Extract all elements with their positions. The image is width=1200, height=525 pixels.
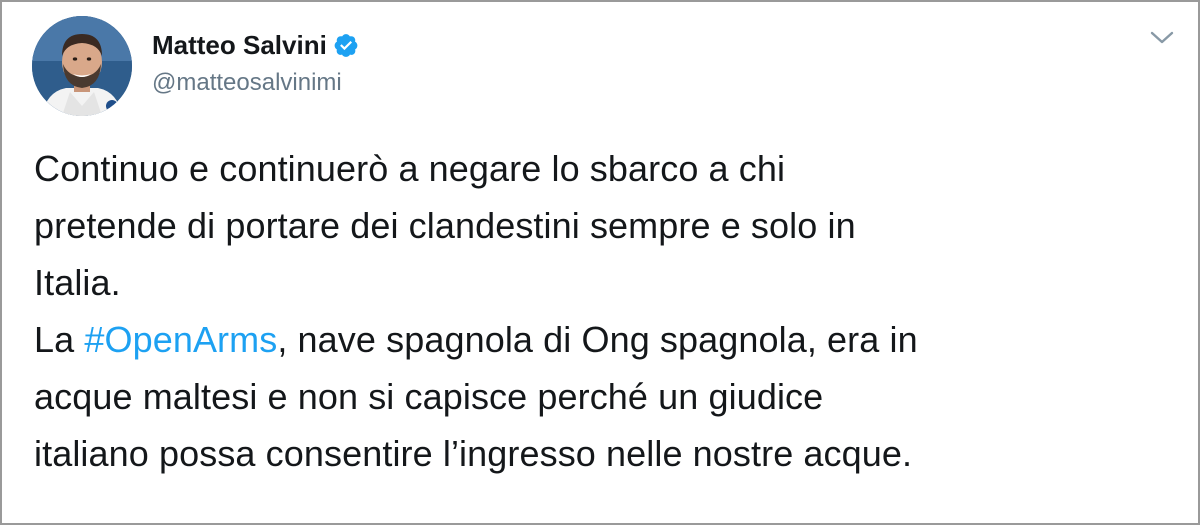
avatar-image bbox=[32, 16, 132, 116]
chevron-down-icon[interactable] bbox=[1148, 28, 1176, 48]
tweet-line: Italia. bbox=[34, 262, 121, 303]
tweet-line: pretende di portare dei clandestini semp… bbox=[34, 205, 856, 246]
verified-badge-icon bbox=[334, 34, 358, 57]
avatar[interactable] bbox=[32, 16, 132, 116]
tweet-text: Continuo e continuerò a negare lo sbarco… bbox=[34, 140, 1184, 482]
tweet-line: La #OpenArms, nave spagnola di Ong spagn… bbox=[34, 311, 1184, 368]
tweet-line: italiano possa consentire l’ingresso nel… bbox=[34, 433, 913, 474]
hashtag-link[interactable]: #OpenArms bbox=[84, 319, 277, 360]
author-name[interactable]: Matteo Salvini bbox=[152, 29, 359, 61]
author-handle[interactable]: @matteosalvinimi bbox=[152, 68, 342, 98]
tweet-line-suffix: , nave spagnola di Ong spagnola, era in bbox=[277, 319, 918, 360]
tweet-line: acque maltesi e non si capisce perché un… bbox=[34, 376, 824, 417]
tweet-card: Matteo Salvini @matteosalvinimi Continuo… bbox=[0, 0, 1200, 525]
author-name-text[interactable]: Matteo Salvini bbox=[152, 30, 327, 60]
tweet-line: Continuo e continuerò a negare lo sbarco… bbox=[34, 148, 786, 189]
tweet-line-prefix: La bbox=[34, 319, 85, 360]
